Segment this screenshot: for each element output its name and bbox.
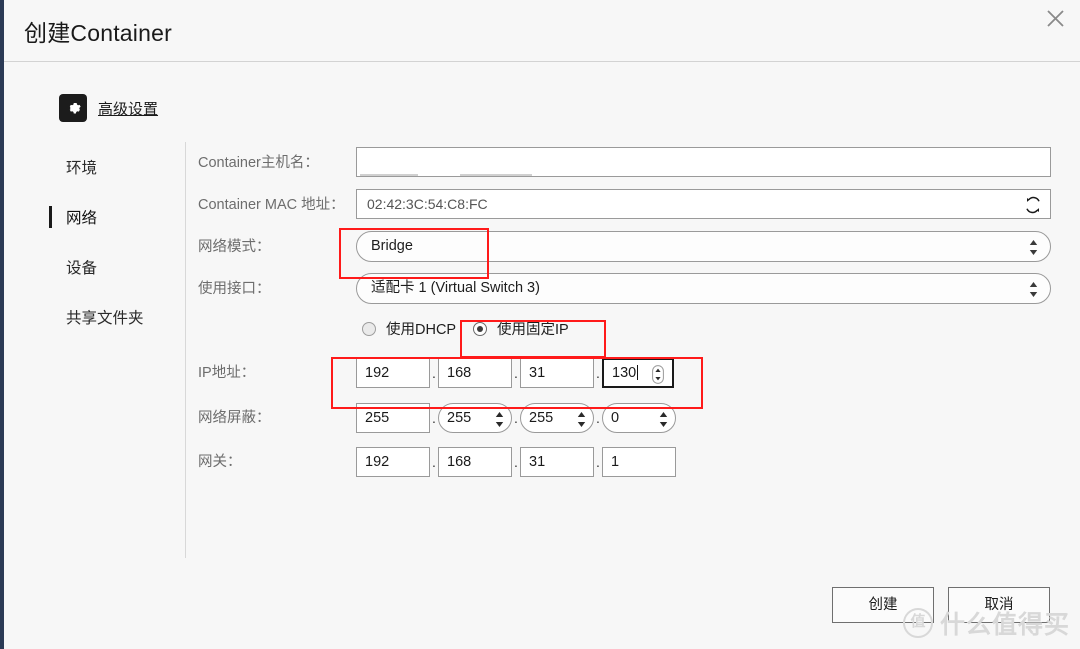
hostname-label: Container主机名： [198,155,319,171]
sidebar-item-label: 共享文件夹 [66,310,144,327]
page-title: 创建Container [24,20,172,46]
spinner-updown-icon[interactable] [495,410,504,427]
redaction-bar [460,174,532,176]
gateway-octet-1-value: 192 [365,454,390,470]
sidebar-item-shared-folder[interactable]: 共享文件夹 [4,292,185,342]
spinner-updown-icon[interactable] [1029,239,1038,256]
ip-octet-1[interactable]: 192 [356,358,430,388]
text-cursor [637,365,639,380]
interface-value: 适配卡 1 (Virtual Switch 3) [371,280,540,296]
gateway-octet-4-value: 1 [611,454,620,470]
radio-use-dhcp[interactable]: 使用DHCP [362,318,456,339]
mac-input[interactable]: 02:42:3C:54:C8:FC [356,189,1051,219]
spinner-updown-icon[interactable] [1029,281,1038,298]
close-icon[interactable] [1038,2,1072,36]
octet-separator: . [596,454,600,470]
octet-separator: . [514,365,518,381]
ip-octet-1-value: 192 [365,365,390,381]
refresh-icon[interactable] [1024,195,1042,214]
ip-octet-4-value: 130 [612,365,637,381]
interface-label: 使用接口： [198,281,271,297]
radio-use-dhcp-label: 使用DHCP [386,322,457,338]
spinner-updown-icon[interactable] [659,410,668,427]
advanced-settings-link[interactable]: 高级设置 [59,93,158,123]
netmask-octet-1[interactable]: 255 [356,403,430,433]
gear-icon [59,94,87,122]
settings-sidebar: 环境 网络 设备 共享文件夹 [4,142,185,342]
advanced-settings-label[interactable]: 高级设置 [98,98,158,119]
sidebar-divider [185,142,186,558]
netmask-octet-2-value: 255 [447,410,472,426]
netmask-label: 网络屏蔽： [198,410,271,426]
octet-separator: . [432,454,436,470]
network-mode-label: 网络模式： [198,239,271,255]
octet-separator: . [514,454,518,470]
gateway-octet-1[interactable]: 192 [356,447,430,477]
spinner-updown-icon[interactable] [652,365,664,384]
mac-value: 02:42:3C:54:C8:FC [367,196,488,212]
create-container-dialog: 创建Container 高级设置 环境 网络 设备 共享文件夹 Containe… [0,0,1080,649]
sidebar-item-environment[interactable]: 环境 [4,142,185,192]
sidebar-item-label: 设备 [66,260,98,277]
gateway-label: 网关： [198,454,242,470]
form-row-netmask: 网络屏蔽： 255 . 255 . 255 . 0 [198,396,1058,440]
gateway-octet-2[interactable]: 168 [438,447,512,477]
network-settings-form: Container主机名： Container MAC 地址： 02:42:3C… [198,142,1058,484]
redaction-overlay [358,149,678,175]
netmask-octet-4-value: 0 [611,410,620,426]
form-row-interface: 使用接口： 适配卡 1 (Virtual Switch 3) [198,268,1058,310]
gateway-octets: 192 . 168 . 31 . 1 [356,447,676,477]
radio-indicator [362,321,376,336]
sidebar-item-label: 环境 [66,160,98,177]
form-row-network-mode: 网络模式： Bridge [198,226,1058,268]
form-row-gateway: 网关： 192 . 168 . 31 . 1 [198,440,1058,484]
netmask-octet-3[interactable]: 255 [520,403,594,433]
ip-address-label: IP地址： [198,365,256,381]
octet-separator: . [432,410,436,426]
gateway-octet-2-value: 168 [447,454,472,470]
netmask-octet-3-value: 255 [529,410,554,426]
create-button[interactable]: 创建 [832,587,934,623]
radio-use-static-ip-label: 使用固定IP [497,322,569,338]
hostname-input[interactable] [356,147,1051,177]
octet-separator: . [596,410,600,426]
mac-label: Container MAC 地址： [198,197,345,213]
ip-octet-3-value: 31 [529,365,546,381]
cancel-button[interactable]: 取消 [948,587,1050,623]
ip-octet-3[interactable]: 31 [520,358,594,388]
gateway-octet-3[interactable]: 31 [520,447,594,477]
form-row-hostname: Container主机名： [198,142,1058,184]
interface-select[interactable]: 适配卡 1 (Virtual Switch 3) [356,273,1051,304]
network-mode-value: Bridge [371,238,413,254]
redaction-bar [360,174,418,176]
form-row-ip-address: IP地址： 192 . 168 . 31 . 130 [198,350,1058,396]
ip-octet-4[interactable]: 130 [602,358,674,388]
ip-address-octets: 192 . 168 . 31 . 130 [356,358,674,388]
radio-indicator [473,321,487,336]
network-mode-select[interactable]: Bridge [356,231,1051,262]
netmask-octet-1-value: 255 [365,410,390,426]
sidebar-item-network[interactable]: 网络 [4,192,185,242]
form-row-mac: Container MAC 地址： 02:42:3C:54:C8:FC [198,184,1058,226]
netmask-octets: 255 . 255 . 255 . 0 [356,403,676,433]
gateway-octet-4[interactable]: 1 [602,447,676,477]
ip-octet-2-value: 168 [447,365,472,381]
netmask-octet-4[interactable]: 0 [602,403,676,433]
octet-separator: . [432,365,436,381]
spinner-updown-icon[interactable] [577,410,586,427]
sidebar-item-label: 网络 [66,210,98,227]
octet-separator: . [596,365,600,381]
radio-use-static-ip[interactable]: 使用固定IP [473,318,569,339]
ip-mode-radio-group: 使用DHCP 使用固定IP [198,310,1058,350]
octet-separator: . [514,410,518,426]
ip-octet-2[interactable]: 168 [438,358,512,388]
netmask-octet-2[interactable]: 255 [438,403,512,433]
sidebar-item-device[interactable]: 设备 [4,242,185,292]
gateway-octet-3-value: 31 [529,454,546,470]
dialog-titlebar: 创建Container [4,0,1080,62]
